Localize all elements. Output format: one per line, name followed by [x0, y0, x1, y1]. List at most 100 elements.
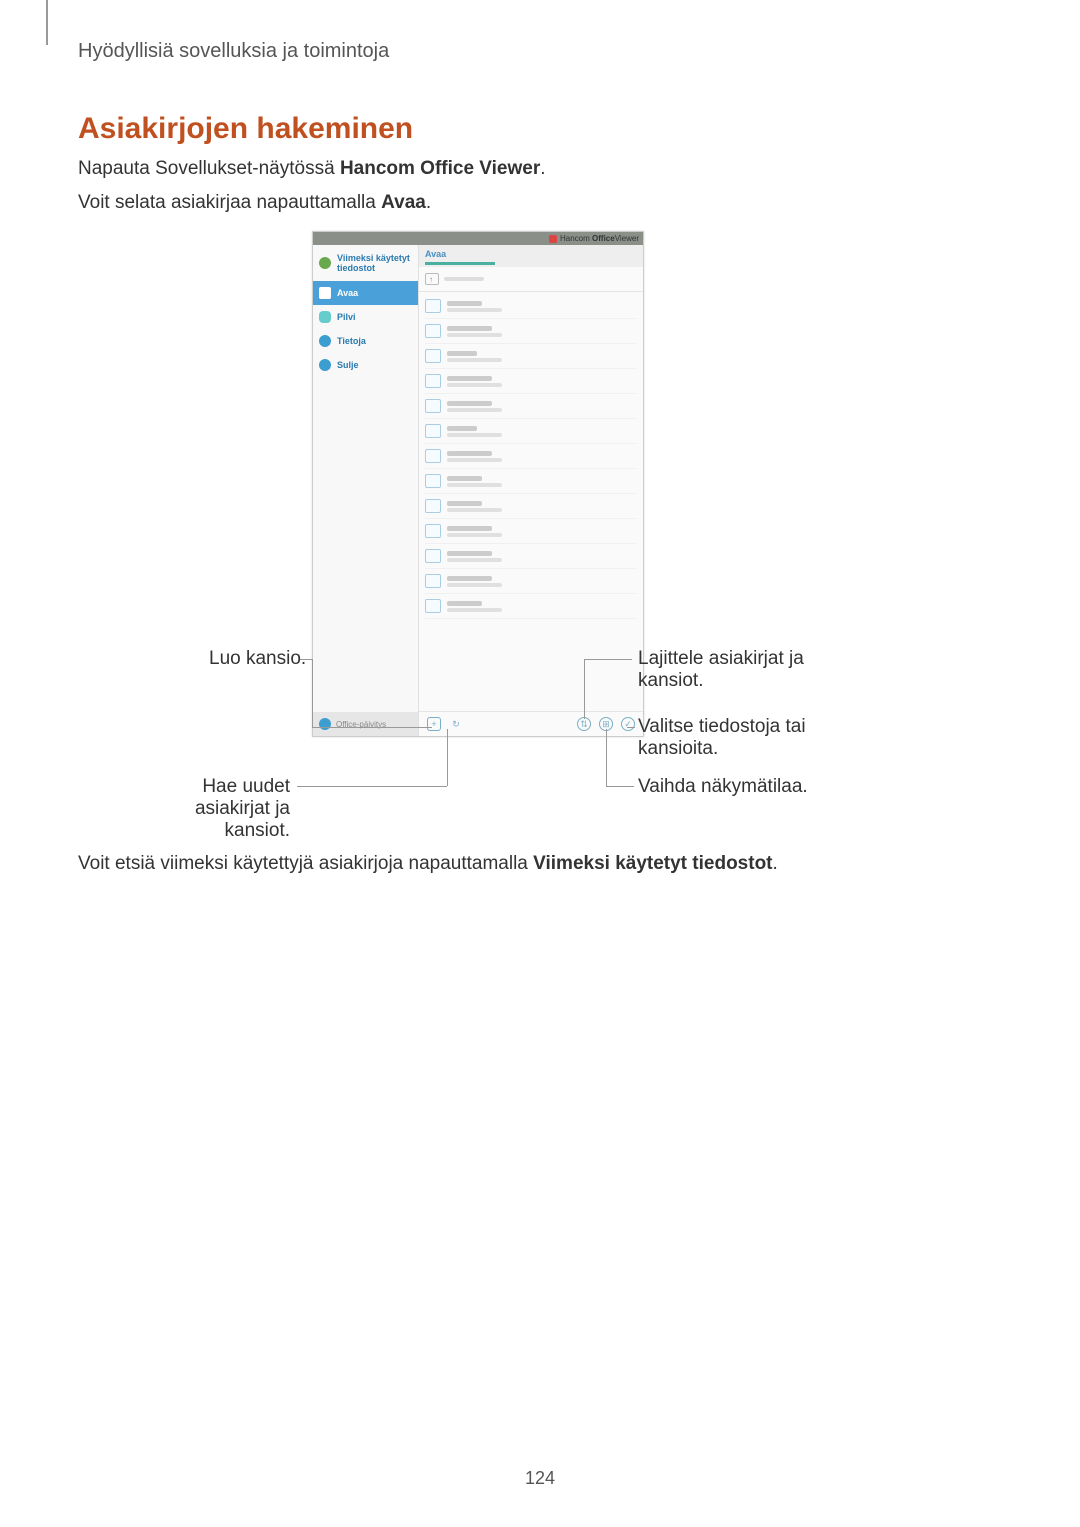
file-meta-blur [447, 533, 502, 537]
sidebar-item-info[interactable]: Tietoja [313, 329, 418, 353]
file-meta-blur [447, 358, 502, 362]
folder-icon [425, 374, 441, 388]
sidebar-item-open[interactable]: Avaa [313, 281, 418, 305]
sidebar-label-close: Sulje [337, 360, 359, 370]
file-meta-blur [447, 433, 502, 437]
file-meta-blur [447, 608, 502, 612]
file-name-blur [447, 576, 492, 581]
callout-line [584, 659, 585, 719]
callout-line [606, 729, 607, 786]
file-name-blur [447, 601, 482, 606]
list-item[interactable] [425, 594, 637, 619]
para3-prefix: Voit etsiä viimeksi käytettyjä asiakirjo… [78, 853, 533, 874]
path-bar: ↑ [419, 267, 643, 292]
file-meta-blur [447, 558, 502, 562]
file-name-blur [447, 376, 492, 381]
callout-line [447, 729, 448, 786]
sidebar-item-cloud[interactable]: Pilvi [313, 305, 418, 329]
grid-icon: ⊞ [602, 719, 610, 730]
file-name-blur [447, 326, 492, 331]
file-name-blur [447, 501, 482, 506]
up-arrow-icon: ↑ [429, 275, 433, 284]
brand-bold: Office [592, 234, 615, 243]
file-name-blur [447, 351, 477, 356]
callout-fetch-line1: Hae uudet asiakirjat ja [195, 776, 290, 819]
cloud-icon [319, 311, 331, 323]
file-name-blur [447, 426, 477, 431]
file-name-blur [447, 451, 492, 456]
callout-line [312, 727, 432, 728]
list-item[interactable] [425, 469, 637, 494]
margin-line [46, 0, 48, 45]
callout-sort-line1: Lajittele asiakirjat ja [638, 648, 804, 669]
callout-fetch-new: Hae uudet asiakirjat ja kansiot. [128, 776, 290, 842]
para2-bold: Avaa [381, 192, 426, 213]
sort-button[interactable]: ⇅ [577, 717, 591, 731]
main-area: Avaa ↑ [419, 245, 643, 736]
file-meta-blur [447, 308, 502, 312]
breadcrumb [425, 262, 495, 265]
para1-prefix: Napauta Sovellukset-näytössä [78, 158, 340, 179]
sidebar: Viimeksi käytetyt tiedostot Avaa Pilvi T… [313, 245, 419, 736]
up-folder-button[interactable]: ↑ [425, 273, 439, 285]
callout-line [606, 786, 634, 787]
callout-select: Valitse tiedostoja tai kansioita. [638, 716, 806, 760]
main-header: Avaa [419, 245, 643, 267]
callout-sort-line2: kansiot. [638, 670, 703, 691]
path-text-blur [444, 277, 484, 281]
refresh-icon: ↻ [452, 719, 460, 730]
para2-prefix: Voit selata asiakirjaa napauttamalla [78, 192, 381, 213]
file-meta-blur [447, 408, 502, 412]
list-item[interactable] [425, 444, 637, 469]
folder-icon [425, 399, 441, 413]
list-item[interactable] [425, 394, 637, 419]
folder-icon [425, 349, 441, 363]
list-item[interactable] [425, 319, 637, 344]
list-item[interactable] [425, 369, 637, 394]
callout-line [584, 659, 632, 660]
main-title: Avaa [425, 249, 637, 259]
callout-line [627, 727, 635, 728]
folder-icon [425, 549, 441, 563]
sidebar-item-update[interactable]: Office-päivitys [313, 712, 418, 736]
para2-suffix: . [426, 192, 431, 213]
para1-suffix: . [540, 158, 545, 179]
paragraph-3: Voit etsiä viimeksi käytettyjä asiakirjo… [78, 853, 778, 875]
sidebar-item-close[interactable]: Sulje [313, 353, 418, 377]
sidebar-spacer [313, 377, 418, 712]
paragraph-2: Voit selata asiakirjaa napauttamalla Ava… [78, 192, 431, 214]
select-button[interactable]: ✓ [621, 717, 635, 731]
add-folder-button[interactable]: + [427, 717, 441, 731]
list-item[interactable] [425, 494, 637, 519]
folder-icon [319, 287, 331, 299]
file-name-blur [447, 401, 492, 406]
callout-line [300, 659, 312, 660]
sidebar-label-open: Avaa [337, 288, 358, 298]
brand-suffix: Viewer [615, 234, 639, 243]
file-meta-blur [447, 483, 502, 487]
callout-sort: Lajittele asiakirjat ja kansiot. [638, 648, 804, 692]
refresh-button[interactable]: ↻ [449, 717, 463, 731]
download-icon [319, 718, 331, 730]
list-item[interactable] [425, 294, 637, 319]
folder-icon [425, 299, 441, 313]
callout-fetch-line2: kansiot. [225, 820, 290, 841]
file-meta-blur [447, 333, 502, 337]
callout-create-folder: Luo kansio. [209, 648, 306, 670]
file-meta-blur [447, 508, 502, 512]
paragraph-1: Napauta Sovellukset-näytössä Hancom Offi… [78, 158, 546, 180]
file-list [419, 292, 643, 711]
sidebar-item-recent[interactable]: Viimeksi käytetyt tiedostot [313, 245, 418, 281]
info-icon [319, 335, 331, 347]
folder-icon [425, 424, 441, 438]
sort-icon: ⇅ [580, 719, 588, 730]
app-status-bar: Hancom OfficeViewer [313, 232, 643, 245]
list-item[interactable] [425, 344, 637, 369]
list-item[interactable] [425, 569, 637, 594]
bottom-toolbar: + ↻ ⇅ ⊞ ✓ [419, 711, 643, 736]
list-item[interactable] [425, 419, 637, 444]
callout-line [297, 786, 447, 787]
file-meta-blur [447, 458, 502, 462]
list-item[interactable] [425, 519, 637, 544]
list-item[interactable] [425, 544, 637, 569]
